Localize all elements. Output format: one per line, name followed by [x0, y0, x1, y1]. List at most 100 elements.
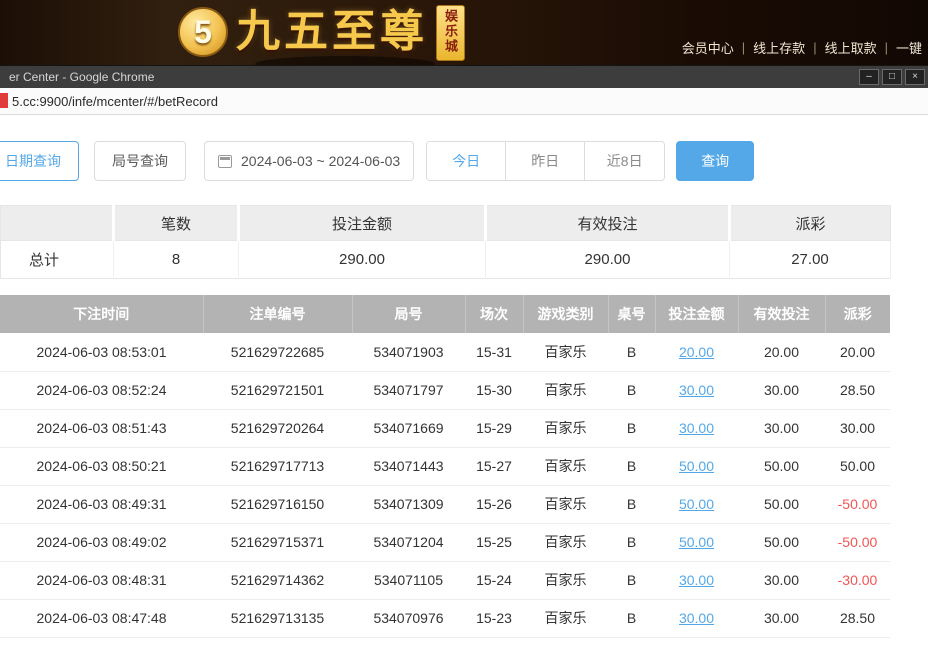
url-text[interactable]: 5.cc:9900/infe/mcenter/#/betRecord: [0, 94, 218, 109]
cell-game-type: 百家乐: [523, 447, 608, 485]
cell-payout: 30.00: [825, 409, 890, 447]
header-valid-bet: 有效投注: [738, 295, 825, 333]
cell-bet-amount: 30.00: [655, 599, 738, 637]
nav-separator: |: [885, 40, 888, 55]
bet-amount-link[interactable]: 50.00: [679, 496, 714, 512]
table-row: 2024-06-03 08:53:01 521629722685 5340719…: [0, 333, 890, 371]
nav-separator: |: [742, 40, 745, 55]
bet-amount-link[interactable]: 30.00: [679, 572, 714, 588]
cell-valid-bet: 50.00: [738, 485, 825, 523]
quick-yesterday-button[interactable]: 昨日: [506, 142, 585, 180]
cell-valid-bet: 50.00: [738, 447, 825, 485]
date-range-input[interactable]: 2024-06-03 ~ 2024-06-03: [204, 141, 414, 181]
close-button[interactable]: ×: [905, 69, 925, 85]
summary-header-valid-bet: 有效投注: [486, 206, 730, 241]
cell-game-type: 百家乐: [523, 409, 608, 447]
cell-payout: -30.00: [825, 561, 890, 599]
nav-member-center[interactable]: 会员中心: [682, 38, 734, 57]
cell-game-type: 百家乐: [523, 371, 608, 409]
cell-round-id: 534070976: [352, 599, 465, 637]
bet-table-header-row: 下注时间 注单编号 局号 场次 游戏类别 桌号 投注金额 有效投注 派彩: [0, 295, 890, 333]
cell-valid-bet: 50.00: [738, 523, 825, 561]
table-row: 2024-06-03 08:50:21 521629717713 5340714…: [0, 447, 890, 485]
cell-table-no: B: [608, 485, 655, 523]
summary-table: 笔数 投注金额 有效投注 派彩 总计 8 290.00 290.00 27.00: [0, 205, 891, 279]
quick-last8days-button[interactable]: 近8日: [585, 142, 664, 180]
header-round-id: 局号: [352, 295, 465, 333]
cell-bet-id: 521629720264: [203, 409, 352, 447]
cell-valid-bet: 30.00: [738, 371, 825, 409]
cell-game-type: 百家乐: [523, 333, 608, 371]
site-logo: 5 九五至尊 娱乐城: [178, 2, 465, 62]
cell-payout: -50.00: [825, 485, 890, 523]
cell-session: 15-25: [465, 523, 523, 561]
summary-header-bet-amount: 投注金额: [239, 206, 486, 241]
header-bet-time: 下注时间: [0, 295, 203, 333]
summary-payout-value: 27.00: [730, 241, 891, 279]
summary-bet-amount-value: 290.00: [239, 241, 486, 279]
cell-round-id: 534071669: [352, 409, 465, 447]
coin-icon: 5: [178, 7, 228, 57]
nav-separator: |: [813, 40, 816, 55]
cell-table-no: B: [608, 333, 655, 371]
nav-online-deposit[interactable]: 线上存款: [753, 38, 805, 57]
summary-valid-bet-value: 290.00: [486, 241, 730, 279]
header-payout: 派彩: [825, 295, 890, 333]
minimize-button[interactable]: –: [859, 69, 879, 85]
cell-table-no: B: [608, 371, 655, 409]
table-row: 2024-06-03 08:52:24 521629721501 5340717…: [0, 371, 890, 409]
search-button[interactable]: 查询: [676, 141, 754, 181]
cell-table-no: B: [608, 523, 655, 561]
cell-bet-id: 521629717713: [203, 447, 352, 485]
cell-table-no: B: [608, 599, 655, 637]
quick-today-button[interactable]: 今日: [427, 142, 506, 180]
cell-bet-id: 521629715371: [203, 523, 352, 561]
cell-session: 15-29: [465, 409, 523, 447]
cell-bet-amount: 50.00: [655, 447, 738, 485]
tab-round-query[interactable]: 局号查询: [94, 141, 186, 181]
cell-payout: 28.50: [825, 371, 890, 409]
screen: 5 九五至尊 娱乐城 会员中心 | 线上存款 | 线上取款 | 一键 er Ce…: [0, 0, 928, 655]
cell-round-id: 534071309: [352, 485, 465, 523]
cell-bet-time: 2024-06-03 08:49:31: [0, 485, 203, 523]
cell-session: 15-30: [465, 371, 523, 409]
cell-bet-amount: 30.00: [655, 409, 738, 447]
table-row: 2024-06-03 08:48:31 521629714362 5340711…: [0, 561, 890, 599]
cell-bet-amount: 50.00: [655, 523, 738, 561]
nav-one-key[interactable]: 一键: [896, 38, 922, 57]
maximize-button[interactable]: □: [882, 69, 902, 85]
cell-bet-id: 521629713135: [203, 599, 352, 637]
cell-round-id: 534071204: [352, 523, 465, 561]
date-range-value: 2024-06-03 ~ 2024-06-03: [241, 153, 400, 169]
bet-amount-link[interactable]: 30.00: [679, 610, 714, 626]
tab-date-query[interactable]: 日期查询: [0, 141, 79, 181]
table-row: 2024-06-03 08:47:48 521629713135 5340709…: [0, 599, 890, 637]
bet-amount-link[interactable]: 50.00: [679, 534, 714, 550]
cell-bet-amount: 50.00: [655, 485, 738, 523]
cell-valid-bet: 30.00: [738, 599, 825, 637]
cell-bet-time: 2024-06-03 08:50:21: [0, 447, 203, 485]
cell-payout: -50.00: [825, 523, 890, 561]
bet-amount-link[interactable]: 50.00: [679, 458, 714, 474]
table-row: 2024-06-03 08:49:02 521629715371 5340712…: [0, 523, 890, 561]
window-title: er Center - Google Chrome: [0, 70, 154, 84]
cell-game-type: 百家乐: [523, 599, 608, 637]
summary-total-label: 总计: [1, 241, 114, 279]
site-nav: 会员中心 | 线上存款 | 线上取款 | 一键: [682, 38, 922, 57]
cell-table-no: B: [608, 561, 655, 599]
favicon-fragment: [0, 93, 8, 108]
logo-badge: 娱乐城: [436, 5, 465, 61]
bet-amount-link[interactable]: 30.00: [679, 382, 714, 398]
header-table-no: 桌号: [608, 295, 655, 333]
cell-round-id: 534071443: [352, 447, 465, 485]
table-row: 2024-06-03 08:49:31 521629716150 5340713…: [0, 485, 890, 523]
bet-amount-link[interactable]: 20.00: [679, 344, 714, 360]
cell-valid-bet: 30.00: [738, 561, 825, 599]
bet-amount-link[interactable]: 30.00: [679, 420, 714, 436]
bet-table-body: 2024-06-03 08:53:01 521629722685 5340719…: [0, 333, 890, 637]
nav-online-withdraw[interactable]: 线上取款: [825, 38, 877, 57]
cell-bet-time: 2024-06-03 08:49:02: [0, 523, 203, 561]
logo-text: 九五至尊: [236, 2, 428, 62]
cell-session: 15-27: [465, 447, 523, 485]
cell-valid-bet: 20.00: [738, 333, 825, 371]
